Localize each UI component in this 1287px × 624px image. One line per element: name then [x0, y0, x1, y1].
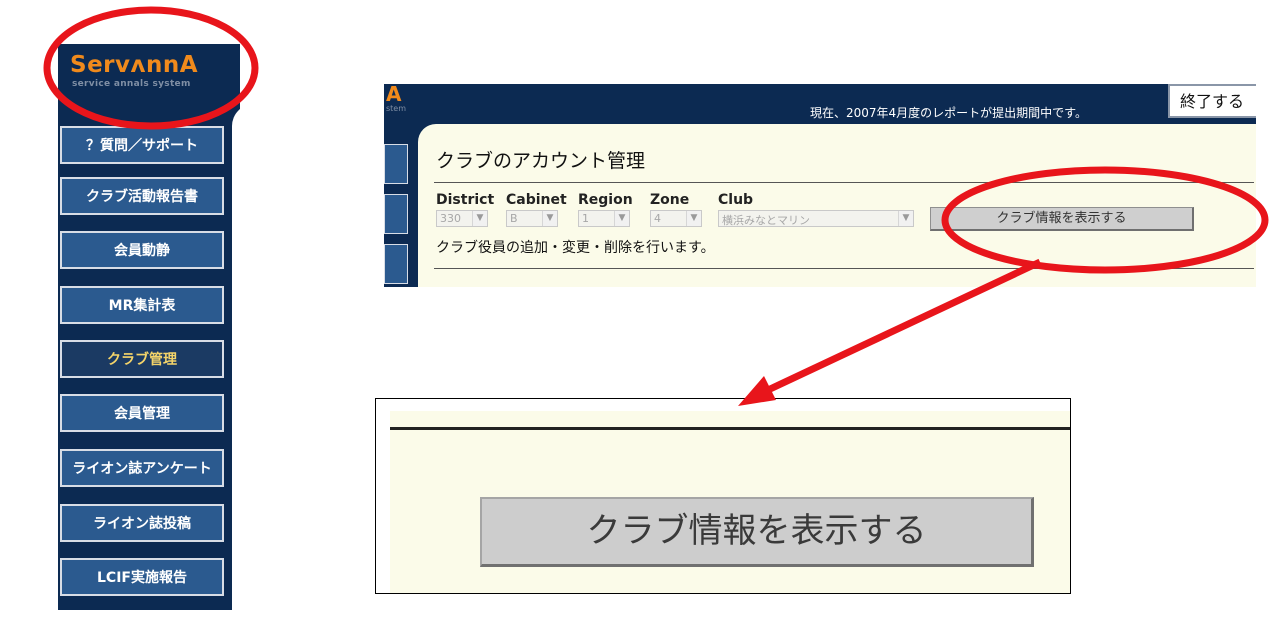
arrow-line — [766, 258, 1042, 394]
logo-highlight-ellipse — [43, 6, 259, 130]
annotation-overlay — [43, 6, 1269, 406]
arrow-head-icon — [738, 376, 776, 406]
button-highlight-ellipse — [941, 166, 1269, 274]
